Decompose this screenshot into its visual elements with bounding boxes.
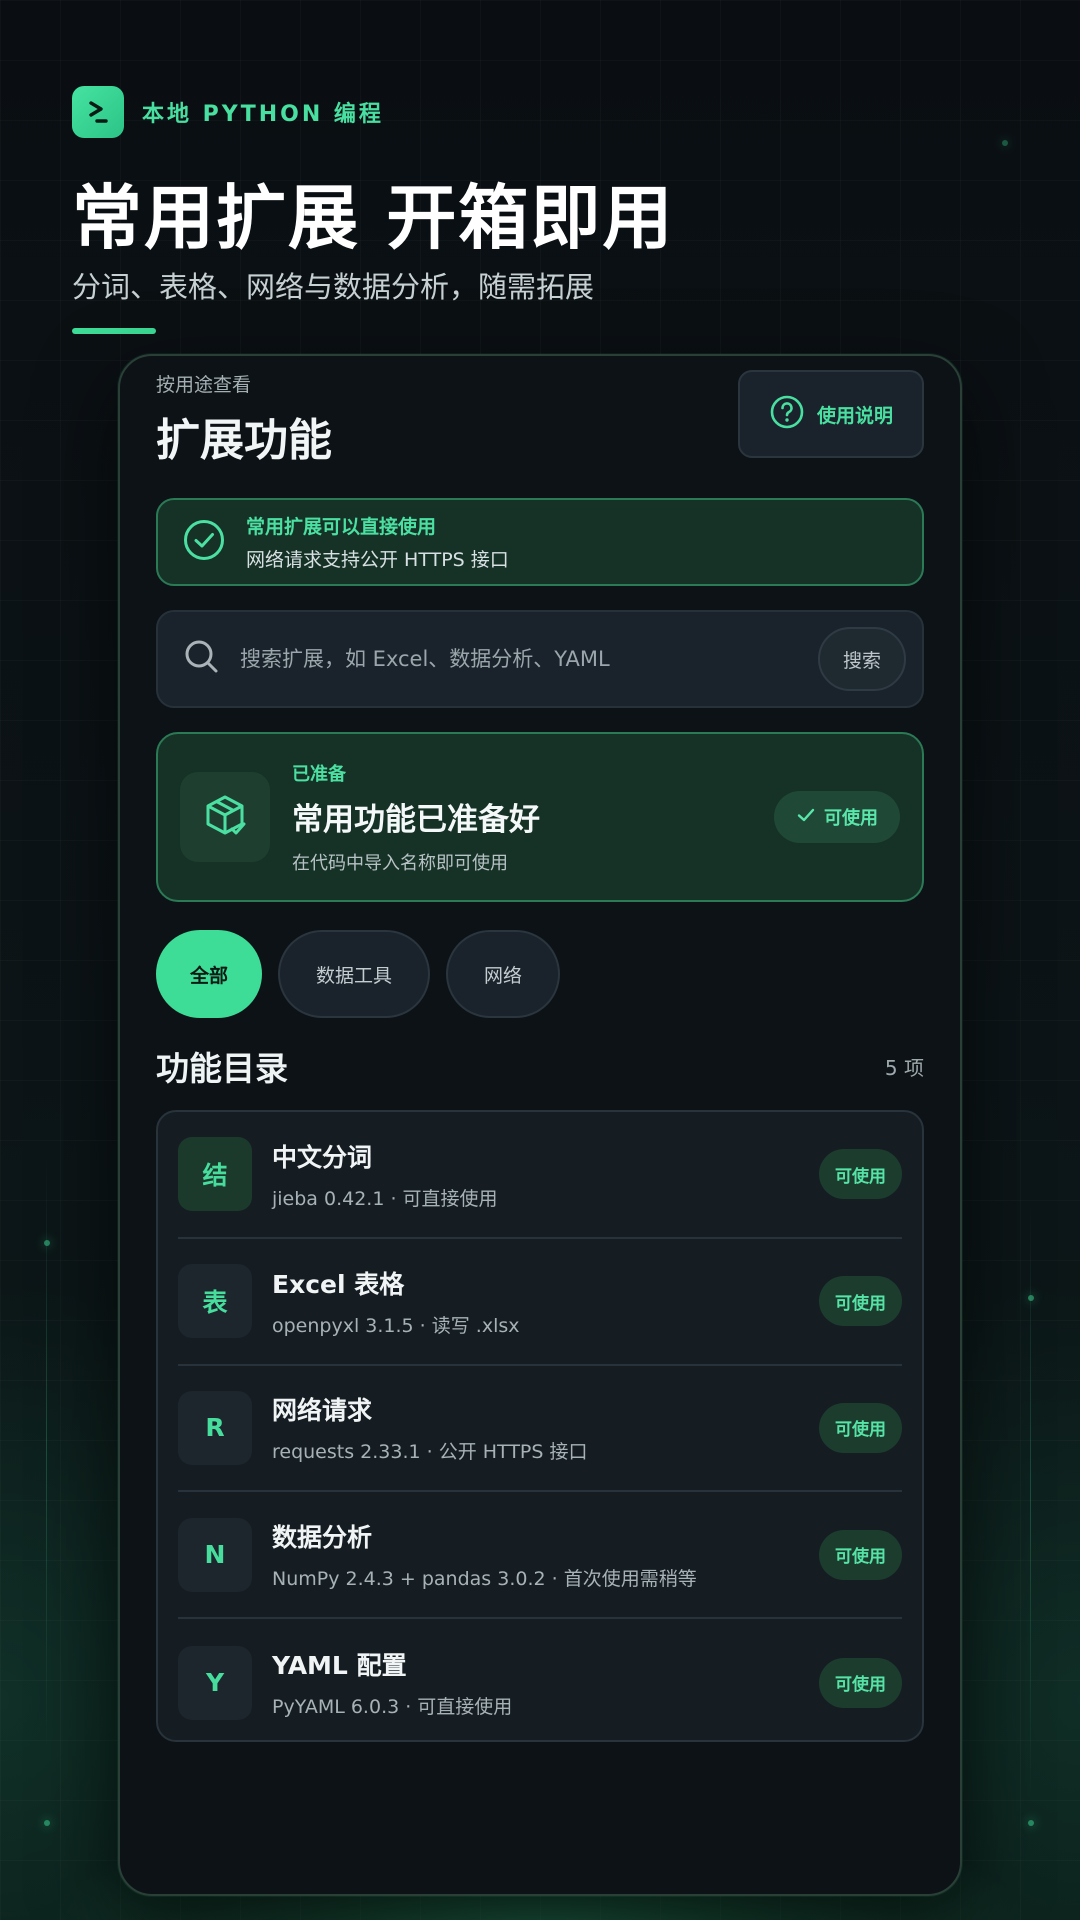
decor-line xyxy=(1030,1200,1031,1800)
notice-text: 网络请求支持公开 HTTPS 接口 xyxy=(246,549,509,571)
search-input[interactable] xyxy=(240,647,818,671)
check-circle-icon xyxy=(182,518,226,566)
ready-title: 常用功能已准备好 xyxy=(292,801,540,838)
catalog-item-requests[interactable]: R 网络请求 requests 2.33.1 · 公开 HTTPS 接口 可使用 xyxy=(178,1366,902,1493)
ready-tag: 已准备 xyxy=(292,763,346,785)
app-screen: 本地 PYTHON 编程 常用扩展 开箱即用 分词、表格、网络与数据分析，随需拓… xyxy=(0,0,1080,1920)
status-badge: 可使用 xyxy=(819,1529,902,1580)
status-badge: 可使用 xyxy=(819,1149,902,1200)
terminal-prompt-icon xyxy=(72,86,124,138)
catalog-list: 结 中文分词 jieba 0.42.1 · 可直接使用 可使用 表 Excel … xyxy=(156,1110,924,1742)
item-icon: 结 xyxy=(178,1137,252,1212)
item-subtitle: PyYAML 6.0.3 · 可直接使用 xyxy=(272,1696,513,1719)
help-button-label: 使用说明 xyxy=(816,404,893,427)
catalog-item-pyyaml[interactable]: Y YAML 配置 PyYAML 6.0.3 · 可直接使用 可使用 xyxy=(178,1619,902,1746)
decor-spark xyxy=(1002,140,1008,146)
item-title: Excel 表格 xyxy=(272,1269,405,1299)
page-eyebrow: 按用途查看 xyxy=(156,374,252,396)
item-subtitle: requests 2.33.1 · 公开 HTTPS 接口 xyxy=(272,1441,588,1464)
search-icon xyxy=(182,637,222,681)
question-circle-icon xyxy=(769,394,805,435)
ready-card: 已准备 常用功能已准备好 在代码中导入名称即可使用 可使用 xyxy=(156,732,924,902)
brand: 本地 PYTHON 编程 xyxy=(72,86,384,138)
check-icon xyxy=(796,805,816,830)
notice-title: 常用扩展可以直接使用 xyxy=(246,516,437,538)
accent-bar xyxy=(72,328,156,334)
decor-spark xyxy=(44,1820,50,1826)
filter-chip-network[interactable]: 网络 xyxy=(446,930,561,1018)
item-title: 网络请求 xyxy=(272,1396,373,1426)
item-subtitle: openpyxl 3.1.5 · 读写 .xlsx xyxy=(272,1314,520,1337)
status-badge: 可使用 xyxy=(819,1657,902,1708)
search-button[interactable]: 搜索 xyxy=(818,627,906,691)
page-title: 扩展功能 xyxy=(156,415,332,466)
catalog-count: 5 项 xyxy=(884,1056,924,1080)
filter-chip-all[interactable]: 全部 xyxy=(156,930,263,1018)
status-badge: 可使用 xyxy=(819,1276,902,1327)
status-badge: 可使用 xyxy=(819,1402,902,1453)
decor-spark xyxy=(1028,1295,1034,1301)
notice-banner: 常用扩展可以直接使用 网络请求支持公开 HTTPS 接口 xyxy=(156,498,924,586)
search-bar: 搜索 xyxy=(156,610,924,708)
phone-frame: 按用途查看 扩展功能 使用说明 常用扩展可以直接使用 网络请求支持公开 HTTP… xyxy=(118,354,962,1896)
item-icon: R xyxy=(178,1390,252,1465)
brand-label: 本地 PYTHON 编程 xyxy=(142,102,384,127)
catalog-item-openpyxl[interactable]: 表 Excel 表格 openpyxl 3.1.5 · 读写 .xlsx 可使用 xyxy=(178,1239,902,1366)
catalog-title: 功能目录 xyxy=(156,1049,288,1088)
item-title: 数据分析 xyxy=(272,1523,373,1553)
help-button[interactable]: 使用说明 xyxy=(738,370,924,458)
item-subtitle: NumPy 2.4.3 + pandas 3.0.2 · 首次使用需稍等 xyxy=(272,1568,697,1591)
ready-description: 在代码中导入名称即可使用 xyxy=(292,852,508,874)
catalog-item-numpy-pandas[interactable]: N 数据分析 NumPy 2.4.3 + pandas 3.0.2 · 首次使用… xyxy=(178,1492,902,1620)
ready-status-pill: 可使用 xyxy=(774,791,900,843)
hero-title: 常用扩展 开箱即用 xyxy=(72,177,675,259)
filter-chip-data-tools[interactable]: 数据工具 xyxy=(278,930,431,1018)
item-subtitle: jieba 0.42.1 · 可直接使用 xyxy=(272,1187,498,1210)
hero-subtitle: 分词、表格、网络与数据分析，随需拓展 xyxy=(72,270,595,304)
catalog-item-jieba[interactable]: 结 中文分词 jieba 0.42.1 · 可直接使用 可使用 xyxy=(178,1112,902,1239)
package-check-icon xyxy=(180,772,270,862)
item-icon: 表 xyxy=(178,1264,252,1339)
decor-spark xyxy=(1028,1820,1034,1826)
decor-spark xyxy=(44,1240,50,1246)
item-icon: Y xyxy=(178,1645,252,1720)
ready-status-label: 可使用 xyxy=(824,808,878,829)
item-title: YAML 配置 xyxy=(272,1651,407,1681)
item-title: 中文分词 xyxy=(272,1142,373,1172)
item-icon: N xyxy=(178,1517,252,1592)
filter-chips: 全部 数据工具 网络 xyxy=(156,930,561,1018)
